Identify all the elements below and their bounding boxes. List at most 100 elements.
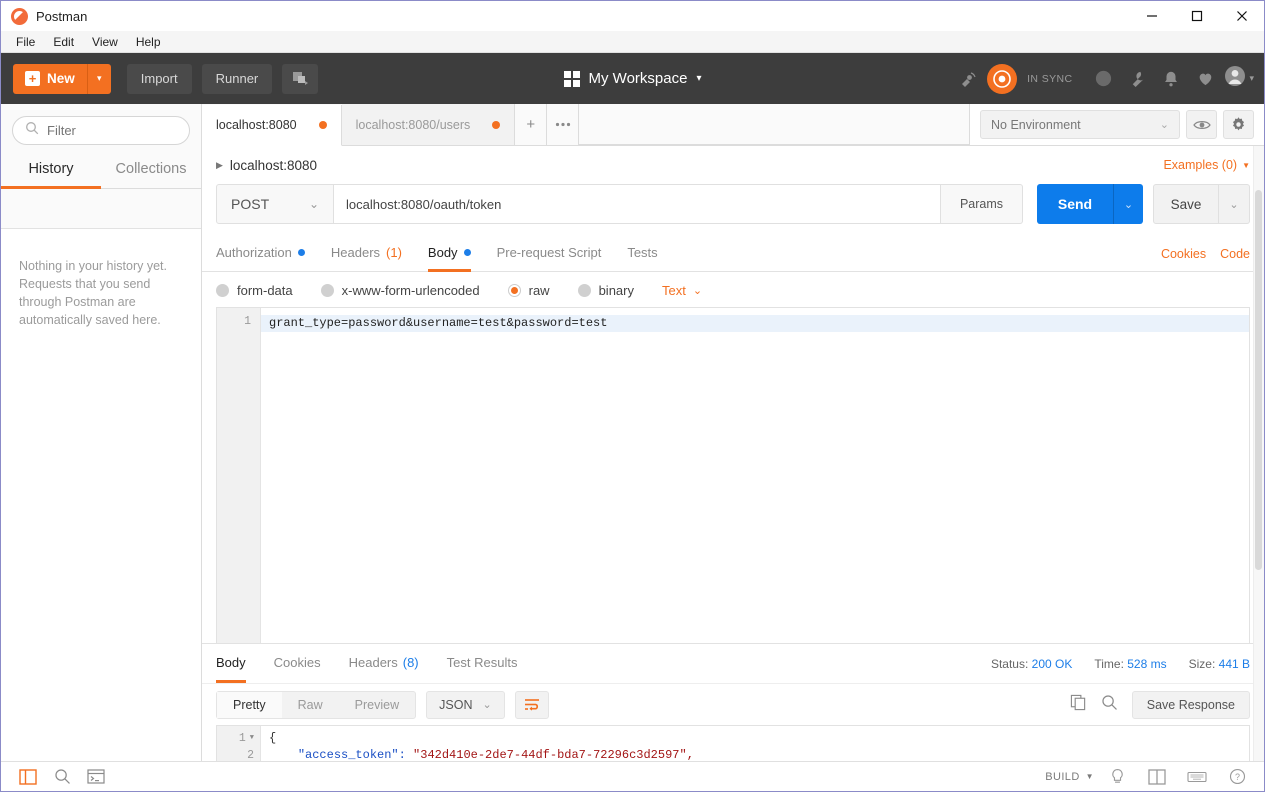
body-code-line: grant_type=password&username=test&passwo… bbox=[261, 315, 1249, 332]
request-name[interactable]: ▶ localhost:8080 bbox=[216, 158, 317, 173]
menu-file[interactable]: File bbox=[7, 33, 44, 51]
response-code-line: { bbox=[269, 731, 277, 745]
response-tab-test-results[interactable]: Test Results bbox=[447, 644, 518, 683]
send-button[interactable]: Send bbox=[1037, 184, 1113, 224]
editor-code-area[interactable]: grant_type=password&username=test&passwo… bbox=[261, 308, 1249, 643]
sync-status-icon[interactable] bbox=[987, 63, 1018, 94]
keyboard-icon[interactable] bbox=[1180, 764, 1214, 790]
save-button[interactable]: Save bbox=[1153, 184, 1219, 224]
request-tab-localhost-8080[interactable]: localhost:8080 bbox=[202, 105, 342, 146]
wrench-icon[interactable] bbox=[1122, 64, 1152, 94]
environment-quick-look-button[interactable] bbox=[1186, 110, 1217, 139]
chevron-down-icon: ⌄ bbox=[692, 285, 703, 297]
close-button[interactable] bbox=[1219, 1, 1264, 31]
main-panel: localhost:8080 localhost:8080/users + No… bbox=[202, 104, 1264, 761]
filter-input[interactable] bbox=[47, 123, 167, 138]
heart-icon[interactable] bbox=[1190, 64, 1220, 94]
raw-format-selector[interactable]: Text ⌄ bbox=[662, 283, 702, 298]
tab-authorization[interactable]: Authorization bbox=[216, 236, 305, 272]
view-mode-raw[interactable]: Raw bbox=[282, 692, 339, 718]
user-avatar-menu[interactable]: ▾ bbox=[1224, 65, 1254, 92]
toggle-sidebar-icon[interactable] bbox=[11, 764, 45, 790]
method-selector[interactable]: POST ⌄ bbox=[216, 184, 334, 224]
time-meta: Time: 528 ms bbox=[1094, 657, 1166, 671]
request-links: Cookies Code bbox=[1161, 247, 1250, 261]
response-tab-headers[interactable]: Headers (8) bbox=[349, 644, 419, 683]
json-value: "342d410e-2de7-44df-bda7-72296c3d2597", bbox=[405, 748, 694, 761]
response-tab-body[interactable]: Body bbox=[216, 644, 246, 683]
bulb-icon[interactable] bbox=[1100, 764, 1134, 790]
cookies-link[interactable]: Cookies bbox=[1161, 247, 1206, 261]
new-window-button[interactable] bbox=[282, 63, 319, 94]
add-tab-button[interactable]: + bbox=[515, 104, 548, 145]
tab-options-button[interactable] bbox=[547, 104, 580, 145]
minimize-button[interactable] bbox=[1129, 1, 1174, 31]
help-icon[interactable]: ? bbox=[1220, 764, 1254, 790]
build-selector[interactable]: BUILD ▼ bbox=[1045, 771, 1094, 783]
tab-headers[interactable]: Headers (1) bbox=[331, 236, 402, 272]
globe-icon[interactable] bbox=[1088, 64, 1118, 94]
body-type-raw[interactable]: raw bbox=[507, 283, 550, 298]
main-scrollbar-thumb[interactable] bbox=[1255, 190, 1262, 570]
tab-count: (1) bbox=[386, 244, 402, 260]
copy-icon[interactable] bbox=[1070, 694, 1087, 716]
new-button[interactable]: + New bbox=[13, 63, 87, 94]
fold-icon[interactable]: ▼ bbox=[250, 730, 254, 747]
save-dropdown-button[interactable]: ⌄ bbox=[1219, 184, 1250, 224]
code-link[interactable]: Code bbox=[1220, 247, 1250, 261]
import-button[interactable]: Import bbox=[126, 63, 192, 94]
filter-box[interactable] bbox=[12, 116, 190, 145]
examples-dropdown[interactable]: Examples (0) ▼ bbox=[1163, 158, 1250, 172]
request-section-tabs: Authorization Headers (1) Body Pre-reque… bbox=[202, 236, 1264, 272]
maximize-button[interactable] bbox=[1174, 1, 1219, 31]
body-type-binary[interactable]: binary bbox=[577, 283, 634, 298]
grid-icon bbox=[563, 70, 580, 87]
title-bar: Postman bbox=[1, 1, 1264, 31]
sidebar-tab-history[interactable]: History bbox=[1, 155, 101, 189]
request-tab-localhost-8080-users[interactable]: localhost:8080/users bbox=[341, 104, 516, 145]
time-value: 528 ms bbox=[1127, 656, 1167, 671]
bell-icon[interactable] bbox=[1156, 64, 1186, 94]
body-type-urlencoded[interactable]: x-www-form-urlencoded bbox=[320, 283, 480, 298]
workspace-selector[interactable]: My Workspace ▾ bbox=[563, 70, 701, 87]
menu-edit[interactable]: Edit bbox=[44, 33, 83, 51]
response-body-viewer[interactable]: 1 ▼ 2 { "access_token": "342d410e-2de7-4… bbox=[216, 725, 1250, 761]
svg-text:?: ? bbox=[1235, 772, 1240, 782]
search-icon[interactable] bbox=[45, 764, 79, 790]
settings-gear-button[interactable] bbox=[1223, 110, 1254, 139]
url-input[interactable] bbox=[334, 184, 941, 224]
new-dropdown-button[interactable]: ▾ bbox=[86, 63, 111, 94]
radio-icon bbox=[320, 284, 334, 297]
save-response-button[interactable]: Save Response bbox=[1131, 690, 1250, 719]
two-pane-icon[interactable] bbox=[1140, 764, 1174, 790]
view-mode-preview[interactable]: Preview bbox=[339, 692, 415, 718]
tab-pre-request-script[interactable]: Pre-request Script bbox=[497, 236, 602, 272]
response-tab-cookies[interactable]: Cookies bbox=[274, 644, 321, 683]
body-type-form-data[interactable]: form-data bbox=[216, 283, 293, 298]
body-type-label: raw bbox=[528, 283, 550, 298]
tab-body[interactable]: Body bbox=[427, 236, 471, 272]
menu-help[interactable]: Help bbox=[127, 33, 170, 51]
search-icon[interactable] bbox=[1101, 694, 1118, 716]
main-scrollbar-track[interactable] bbox=[1253, 146, 1264, 761]
view-mode-pretty[interactable]: Pretty bbox=[217, 691, 282, 718]
runner-button[interactable]: Runner bbox=[201, 63, 273, 94]
postman-window: Postman File Edit View Help + New ▾ Impo… bbox=[0, 0, 1265, 792]
time-label: Time: bbox=[1094, 656, 1124, 671]
plus-icon: + bbox=[25, 71, 40, 86]
word-wrap-button[interactable] bbox=[514, 690, 549, 719]
environment-selector[interactable]: No Environment ⌄ bbox=[980, 110, 1180, 139]
params-button[interactable]: Params bbox=[941, 184, 1023, 224]
tab-label: Headers bbox=[348, 654, 398, 670]
search-icon bbox=[25, 121, 39, 140]
sidebar-tab-collections[interactable]: Collections bbox=[101, 155, 201, 189]
response-view-mode-group: Pretty Raw Preview bbox=[216, 690, 417, 719]
request-body-editor[interactable]: 1 grant_type=password&username=test&pass… bbox=[216, 307, 1250, 643]
tab-tests[interactable]: Tests bbox=[627, 236, 657, 272]
status-value: 200 OK bbox=[1031, 656, 1073, 671]
menu-view[interactable]: View bbox=[83, 33, 127, 51]
console-icon[interactable] bbox=[79, 764, 113, 790]
satellite-icon[interactable] bbox=[953, 64, 983, 94]
response-format-selector[interactable]: JSON ⌄ bbox=[426, 690, 505, 719]
send-dropdown-button[interactable]: ⌄ bbox=[1113, 184, 1143, 224]
